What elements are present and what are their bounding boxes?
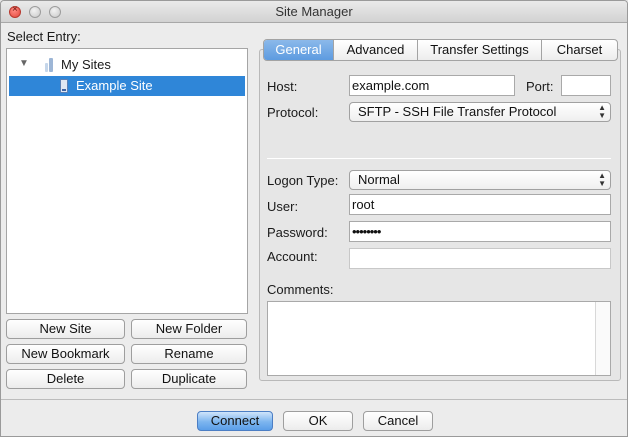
tree-item-my-sites[interactable]: ▼ My Sites <box>7 55 247 75</box>
logon-type-label: Logon Type: <box>267 173 339 188</box>
footer-divider <box>1 399 627 400</box>
account-input[interactable] <box>349 248 611 269</box>
password-input[interactable]: •••••••• <box>349 221 611 242</box>
comments-textarea[interactable] <box>267 301 611 376</box>
logon-type-select-value: Normal <box>358 172 400 187</box>
comments-scrollbar[interactable] <box>595 302 610 375</box>
connect-button[interactable]: Connect <box>197 411 273 431</box>
ok-button[interactable]: OK <box>283 411 353 431</box>
select-entry-label: Select Entry: <box>7 29 81 44</box>
tree-item-label: Example Site <box>76 78 153 93</box>
select-arrows-icon: ▲ ▼ <box>598 171 606 188</box>
duplicate-button[interactable]: Duplicate <box>131 369 247 389</box>
divider <box>267 158 611 159</box>
rename-button[interactable]: Rename <box>131 344 247 364</box>
tab-transfer-settings[interactable]: Transfer Settings <box>418 40 542 60</box>
protocol-select[interactable]: SFTP - SSH File Transfer Protocol ▲ ▼ <box>349 102 611 122</box>
host-input[interactable]: example.com <box>349 75 515 96</box>
server-icon <box>60 79 68 93</box>
cancel-button[interactable]: Cancel <box>363 411 433 431</box>
select-arrows-icon: ▲ ▼ <box>598 103 606 120</box>
tree-item-label: My Sites <box>61 57 111 72</box>
folder-icon <box>43 58 55 72</box>
protocol-select-value: SFTP - SSH File Transfer Protocol <box>358 104 557 119</box>
host-label: Host: <box>267 79 298 94</box>
user-label: User: <box>267 199 299 214</box>
tree-item-example-site[interactable]: Example Site <box>9 76 245 96</box>
port-input[interactable] <box>561 75 611 96</box>
tab-bar: General Advanced Transfer Settings Chars… <box>263 39 618 61</box>
user-input[interactable]: root <box>349 194 611 215</box>
tab-charset[interactable]: Charset <box>542 40 617 60</box>
tab-general[interactable]: General <box>264 40 334 60</box>
site-manager-window: × Site Manager Select Entry: ▼ My Sites … <box>0 0 628 437</box>
password-label: Password: <box>267 225 328 240</box>
port-label: Port: <box>526 79 554 94</box>
account-label: Account: <box>267 249 318 264</box>
window-title: Site Manager <box>275 4 353 19</box>
delete-button[interactable]: Delete <box>6 369 125 389</box>
new-site-button[interactable]: New Site <box>6 319 125 339</box>
logon-type-select[interactable]: Normal ▲ ▼ <box>349 170 611 190</box>
protocol-label: Protocol: <box>267 105 319 120</box>
new-folder-button[interactable]: New Folder <box>131 319 247 339</box>
tab-advanced[interactable]: Advanced <box>334 40 418 60</box>
comments-label: Comments: <box>267 282 334 297</box>
new-bookmark-button[interactable]: New Bookmark <box>6 344 125 364</box>
site-tree[interactable]: ▼ My Sites Example Site <box>6 48 248 314</box>
expand-triangle-icon[interactable]: ▼ <box>19 58 29 69</box>
title-bar: × Site Manager <box>1 1 627 23</box>
